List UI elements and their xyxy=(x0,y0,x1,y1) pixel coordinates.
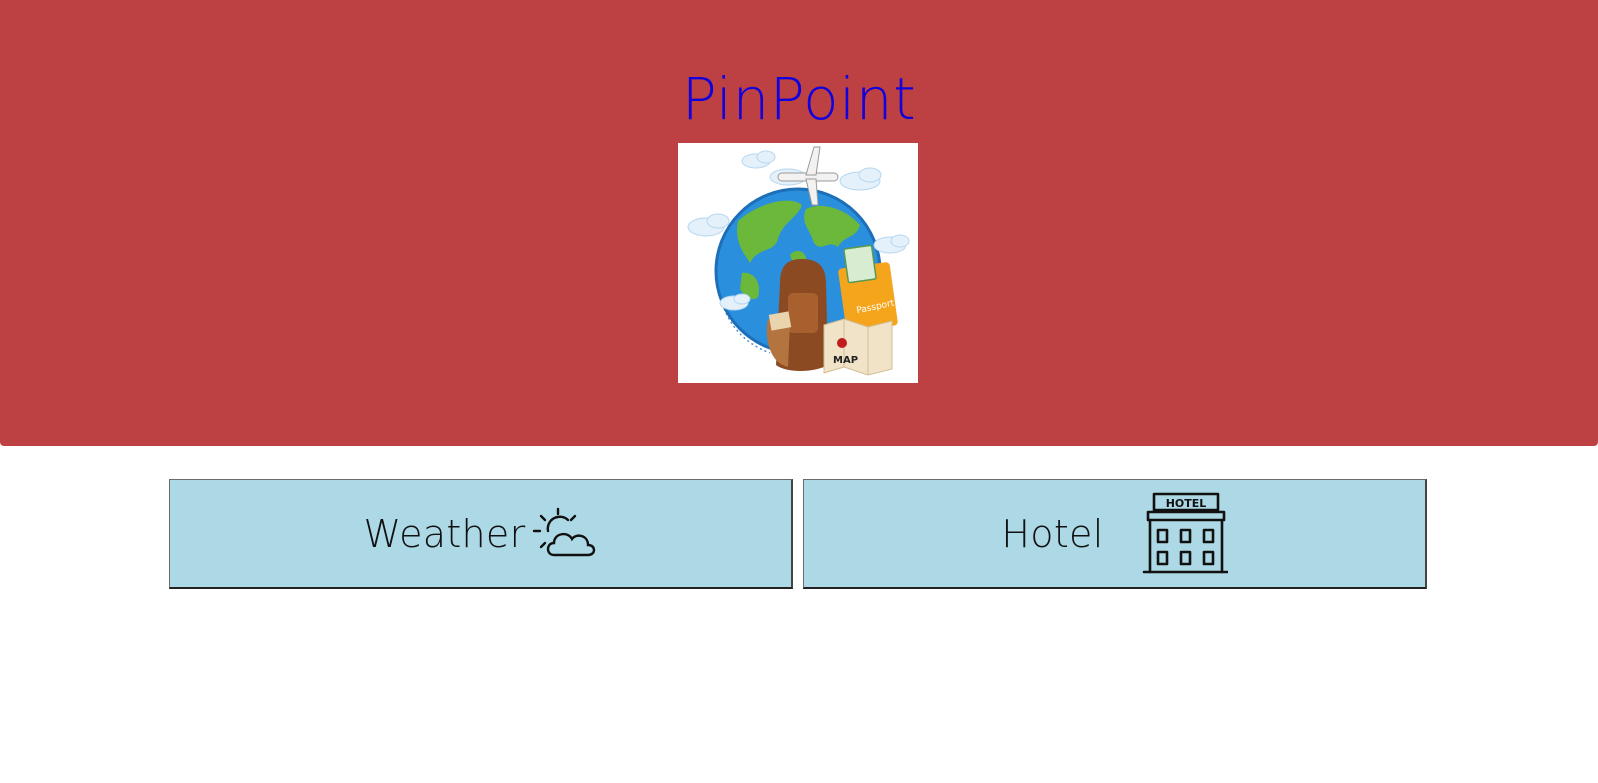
header-banner: PinPoint Passport MAP xyxy=(0,0,1598,446)
app-title: PinPoint xyxy=(681,65,917,133)
svg-text:HOTEL: HOTEL xyxy=(1165,497,1206,510)
partly-cloudy-icon xyxy=(532,507,598,567)
hotel-button[interactable]: Hotel HOTEL xyxy=(803,479,1427,589)
travel-globe-illustration: Passport MAP xyxy=(678,143,918,383)
weather-button[interactable]: Weather xyxy=(169,479,793,589)
weather-button-label: Weather xyxy=(363,511,526,556)
svg-text:MAP: MAP xyxy=(833,355,858,366)
hotel-building-icon: HOTEL xyxy=(1142,492,1229,580)
hotel-button-label: Hotel xyxy=(1001,511,1104,556)
